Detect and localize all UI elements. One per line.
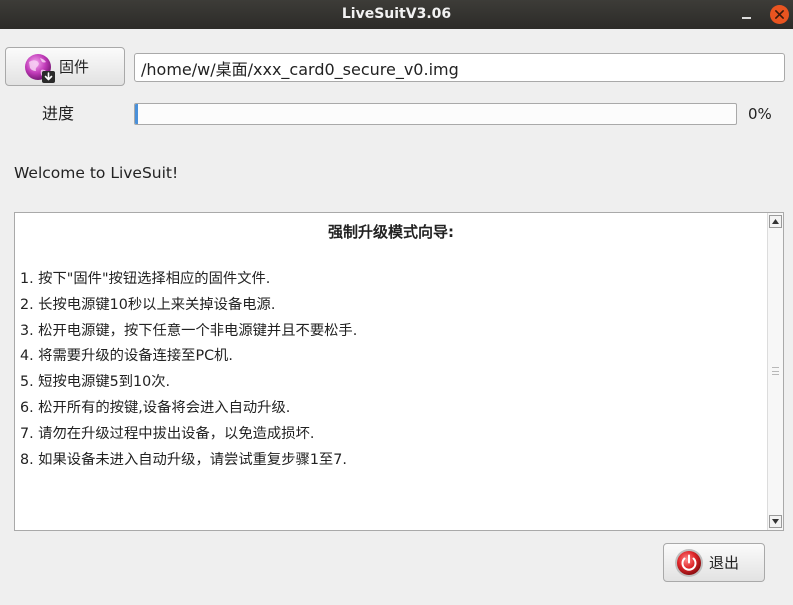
guide-step: 3. 松开电源键，按下任意一个非电源键并且不要松手. bbox=[20, 322, 358, 339]
minimize-button[interactable] bbox=[738, 6, 756, 23]
close-button[interactable] bbox=[770, 5, 789, 24]
guide-step: 6. 松开所有的按键,设备将会进入自动升级. bbox=[20, 399, 291, 416]
exit-button[interactable]: 退出 bbox=[663, 543, 765, 582]
close-icon bbox=[775, 10, 784, 19]
title-bar: LiveSuitV3.06 bbox=[0, 0, 793, 29]
guide-text-area[interactable]: 强制升级模式向导: 1. 按下"固件"按钮选择相应的固件文件. 2. 长按电源键… bbox=[14, 212, 784, 531]
triangle-up-icon bbox=[772, 219, 779, 224]
window-title: LiveSuitV3.06 bbox=[341, 6, 452, 22]
firmware-path-input[interactable] bbox=[134, 53, 785, 82]
scroll-up-button[interactable] bbox=[769, 215, 782, 228]
guide-step: 8. 如果设备未进入自动升级，请尝试重复步骤1至7. bbox=[20, 451, 347, 468]
welcome-message: Welcome to LiveSuit! bbox=[14, 164, 179, 182]
progress-bar bbox=[134, 103, 737, 125]
guide-step: 7. 请勿在升级过程中拔出设备，以免造成损坏. bbox=[20, 425, 315, 442]
firmware-button-label: 固件 bbox=[59, 58, 90, 76]
exit-button-label: 退出 bbox=[709, 554, 740, 572]
exit-power-icon bbox=[675, 548, 703, 577]
scroll-down-button[interactable] bbox=[769, 515, 782, 528]
guide-title: 强制升级模式向导: bbox=[328, 223, 454, 241]
progress-fill bbox=[135, 104, 138, 124]
guide-step: 5. 短按电源键5到10次. bbox=[20, 374, 171, 391]
guide-content: 强制升级模式向导: 1. 按下"固件"按钮选择相应的固件文件. 2. 长按电源键… bbox=[15, 213, 767, 530]
scrollbar-grip[interactable] bbox=[772, 367, 779, 375]
firmware-globe-download-icon bbox=[25, 53, 55, 83]
guide-scrollbar[interactable] bbox=[767, 213, 783, 530]
guide-step: 2. 长按电源键10秒以上来关掉设备电源. bbox=[20, 296, 276, 313]
firmware-button[interactable]: 固件 bbox=[5, 47, 125, 86]
progress-percent: 0% bbox=[748, 105, 772, 123]
guide-step: 1. 按下"固件"按钮选择相应的固件文件. bbox=[20, 271, 271, 287]
guide-step: 4. 将需要升级的设备连接至PC机. bbox=[20, 348, 233, 365]
progress-label: 进度 bbox=[42, 104, 75, 123]
triangle-down-icon bbox=[772, 519, 779, 524]
